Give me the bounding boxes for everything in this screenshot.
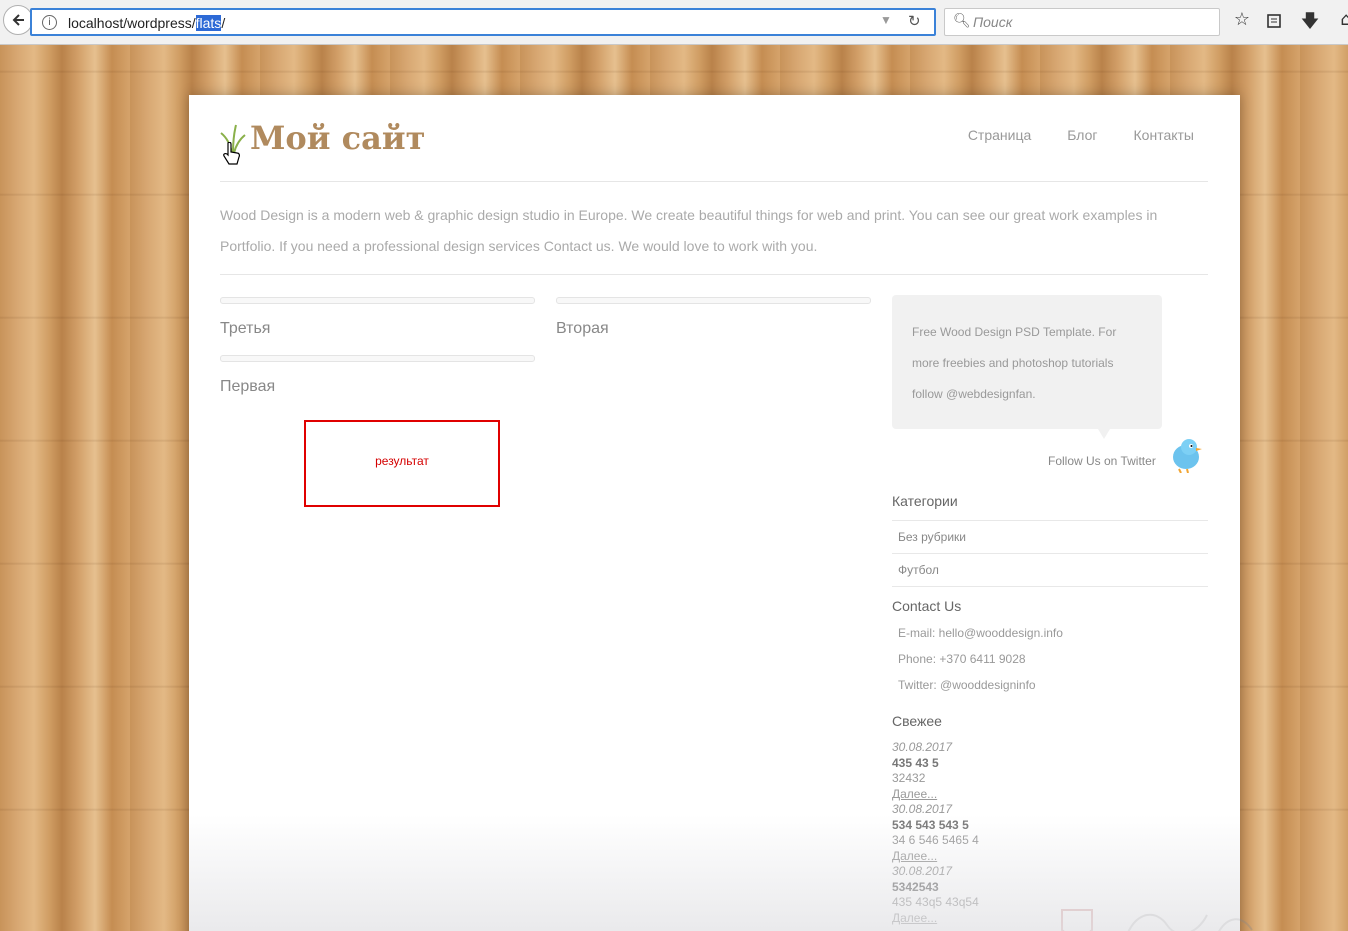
- recent-date: 30.08.2017: [892, 740, 953, 754]
- home-icon[interactable]: ⌂: [1334, 9, 1348, 35]
- back-button[interactable]: [3, 5, 33, 35]
- contact-phone: Phone: +370 6411 9028: [898, 652, 1026, 666]
- watermark-logo: [1061, 909, 1253, 931]
- nav-item-blog[interactable]: Блог: [1067, 127, 1097, 143]
- recent-item: 30.08.2017 534 543 543 5 34 6 546 5465 4…: [892, 802, 979, 864]
- url-prefix: localhost/wordpress/: [68, 15, 196, 31]
- site-title[interactable]: Мой сайт: [250, 119, 425, 157]
- post-title-third[interactable]: Третья: [220, 320, 270, 338]
- nav-item-contacts[interactable]: Контакты: [1134, 127, 1194, 143]
- arrow-left-icon: [12, 14, 24, 26]
- contact-heading: Contact Us: [892, 598, 962, 614]
- url-text[interactable]: localhost/wordpress/flats/: [68, 15, 225, 31]
- tweet-bubble: Free Wood Design PSD Template. For more …: [892, 295, 1162, 439]
- url-bar[interactable]: i localhost/wordpress/flats/ ▼ ↻: [30, 8, 936, 36]
- page-viewport: Мой сайт Страница Блог Контакты Wood Des…: [0, 45, 1348, 931]
- search-bar[interactable]: 🔍︎ Поиск: [944, 8, 1220, 36]
- main-nav: Страница Блог Контакты: [968, 127, 1194, 143]
- recent-excerpt: 32432: [892, 771, 926, 785]
- recent-heading: Свежее: [892, 713, 942, 729]
- category-item-uncategorized[interactable]: Без рубрики: [892, 520, 1208, 553]
- twitter-bird-icon[interactable]: [1169, 435, 1203, 473]
- recent-posts: 30.08.2017 435 43 5 32432 Далее... 30.08…: [892, 740, 979, 926]
- post-title-second[interactable]: Вторая: [556, 320, 609, 338]
- categories-heading: Категории: [892, 493, 958, 509]
- read-more-link[interactable]: Далее...: [892, 849, 979, 865]
- result-annotation-box: результат: [304, 420, 500, 507]
- categories-list: Без рубрики Футбол: [892, 520, 1208, 587]
- follow-twitter-link[interactable]: Follow Us on Twitter: [1048, 454, 1156, 468]
- reading-list-icon[interactable]: [1262, 9, 1286, 35]
- url-selection: flats: [195, 15, 222, 31]
- nav-item-page[interactable]: Страница: [968, 127, 1031, 143]
- recent-excerpt: 34 6 546 5465 4: [892, 833, 979, 847]
- hand-cursor-icon: [223, 142, 240, 165]
- recent-date: 30.08.2017: [892, 864, 953, 878]
- reload-icon[interactable]: ↻: [908, 12, 921, 30]
- browser-toolbar: i localhost/wordpress/flats/ ▼ ↻ 🔍︎ Поис…: [0, 0, 1348, 45]
- recent-item: 30.08.2017 5342543 435 43q5 43q54 Далее.…: [892, 864, 979, 926]
- divider: [220, 274, 1208, 275]
- bookmark-star-icon[interactable]: ☆: [1230, 9, 1254, 35]
- info-icon[interactable]: i: [42, 15, 57, 30]
- divider: [220, 181, 1208, 182]
- contact-email: E-mail: hello@wooddesign.info: [898, 626, 1063, 640]
- dropdown-arrow-icon[interactable]: ▼: [880, 13, 892, 27]
- recent-title[interactable]: 534 543 543 5: [892, 818, 979, 834]
- url-suffix: /: [221, 15, 226, 31]
- recent-excerpt: 435 43q5 43q54: [892, 895, 979, 909]
- post-divider: [556, 297, 871, 304]
- contact-twitter: Twitter: @wooddesigninfo: [898, 678, 1036, 692]
- recent-title[interactable]: 435 43 5: [892, 756, 979, 772]
- site-logo[interactable]: Мой сайт: [220, 119, 425, 157]
- post-title-first[interactable]: Первая: [220, 378, 275, 396]
- recent-item: 30.08.2017 435 43 5 32432 Далее...: [892, 740, 979, 802]
- recent-date: 30.08.2017: [892, 802, 953, 816]
- category-item-football[interactable]: Футбол: [892, 553, 1208, 587]
- search-placeholder: Поиск: [973, 14, 1013, 30]
- intro-text: Wood Design is a modern web & graphic de…: [220, 207, 1158, 254]
- read-more-link[interactable]: Далее...: [892, 787, 979, 803]
- result-label: результат: [375, 454, 429, 468]
- read-more-link[interactable]: Далее...: [892, 911, 979, 927]
- post-divider: [220, 355, 535, 362]
- download-icon[interactable]: 🡇: [1298, 9, 1322, 35]
- search-icon: 🔍︎: [953, 13, 971, 29]
- recent-title[interactable]: 5342543: [892, 880, 979, 896]
- post-divider: [220, 297, 535, 304]
- content-area: Мой сайт Страница Блог Контакты Wood Des…: [189, 95, 1253, 931]
